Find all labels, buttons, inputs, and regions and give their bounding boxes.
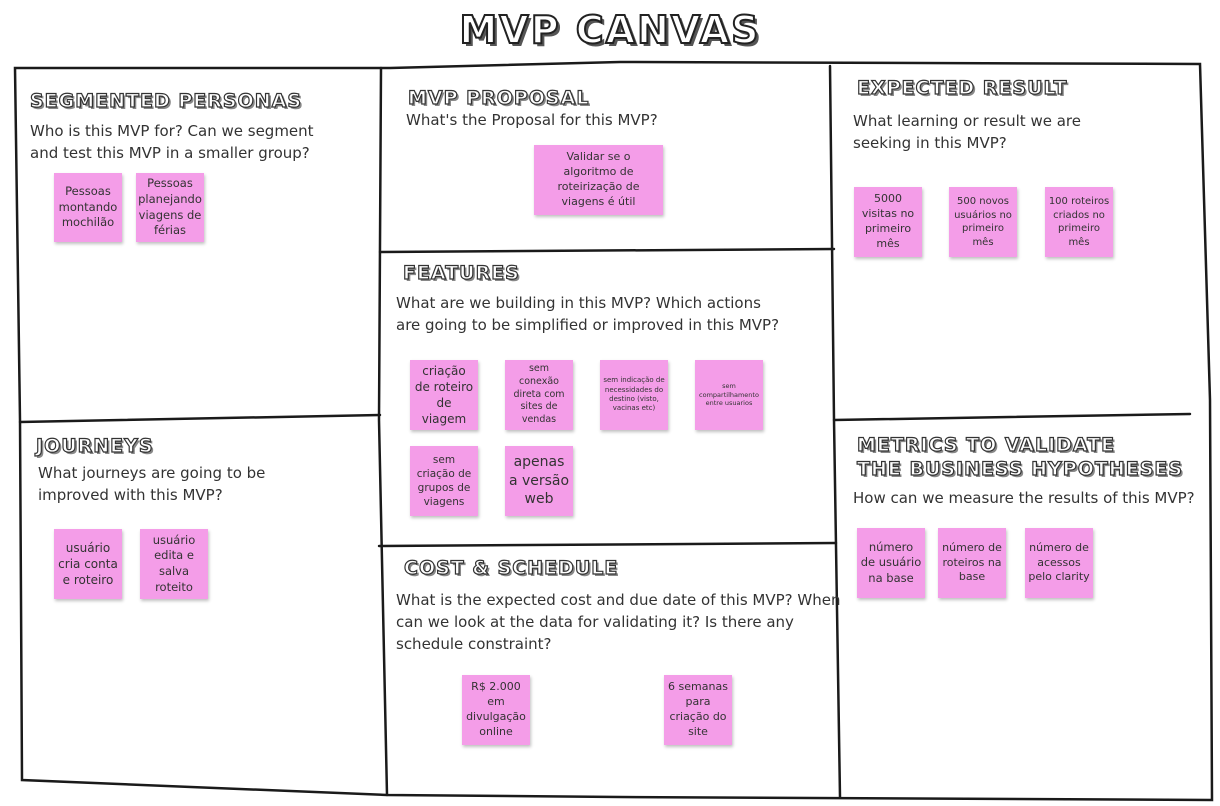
result-title: Expected Result	[856, 76, 1068, 99]
metrics-question: How can we measure the results of this M…	[853, 489, 1195, 507]
sticky-note[interactable]: Pessoas montando mochilão	[54, 173, 122, 242]
result-question: What learning or result we are seeking i…	[853, 112, 1081, 152]
sticky-note[interactable]: 6 semanas para criação do site	[664, 675, 732, 745]
cost-title: Cost & Schedule	[403, 556, 619, 579]
proposal-title: MVP Proposal	[407, 86, 590, 109]
features-title: Features	[402, 261, 520, 284]
sticky-note[interactable]: sem criação de grupos de viagens	[410, 446, 478, 516]
sticky-note[interactable]: apenas a versão web	[505, 446, 573, 516]
metrics-title-line1: Metrics to validate	[856, 433, 1116, 456]
sticky-note[interactable]: usuário edita e salva roteito	[140, 529, 208, 599]
sticky-note[interactable]: sem indicação de necessidades do destino…	[600, 360, 668, 430]
sticky-note[interactable]: Pessoas planejando viagens de férias	[136, 173, 204, 242]
divider-result-metrics	[832, 412, 1192, 422]
sticky-note[interactable]: sem compartilhamento entre usuarios	[695, 360, 763, 430]
journeys-title: Journeys	[35, 434, 154, 457]
sticky-note[interactable]: sem conexão direta com sites de vendas	[505, 360, 573, 430]
divider-proposal-features	[378, 247, 836, 254]
sticky-note[interactable]: número de acessos pelo clarity	[1025, 528, 1093, 598]
divider-right	[828, 64, 842, 799]
personas-question: Who is this MVP for? Can we segment and …	[30, 122, 314, 162]
sticky-note[interactable]: usuário cria conta e roteiro	[54, 529, 122, 599]
metrics-title-line2: the business hypotheses	[856, 457, 1184, 480]
sticky-note[interactable]: número de roteiros na base	[938, 528, 1006, 598]
sticky-note[interactable]: Validar se o algoritmo de roteirização d…	[534, 145, 663, 215]
journeys-question: What journeys are going to be improved w…	[38, 464, 266, 504]
divider-left	[377, 66, 389, 797]
personas-title: Segmented Personas	[29, 89, 303, 112]
sticky-note[interactable]: 5000 visitas no primeiro mês	[854, 187, 922, 257]
sticky-note[interactable]: criação de roteiro de viagem	[410, 360, 478, 430]
divider-personas-journeys	[18, 413, 382, 424]
sticky-note[interactable]: R$ 2.000 em divulgação online	[462, 675, 530, 745]
sticky-note[interactable]: 500 novos usuários no primeiro mês	[949, 187, 1017, 257]
sticky-note[interactable]: número de usuário na base	[857, 528, 925, 598]
features-question: What are we building in this MVP? Which …	[396, 294, 780, 334]
cost-question: What is the expected cost and due date o…	[396, 591, 841, 653]
proposal-question: What's the Proposal for this MVP?	[406, 111, 658, 129]
sticky-note[interactable]: 100 roteiros criados no primeiro mês	[1045, 187, 1113, 257]
divider-features-cost	[377, 541, 838, 548]
